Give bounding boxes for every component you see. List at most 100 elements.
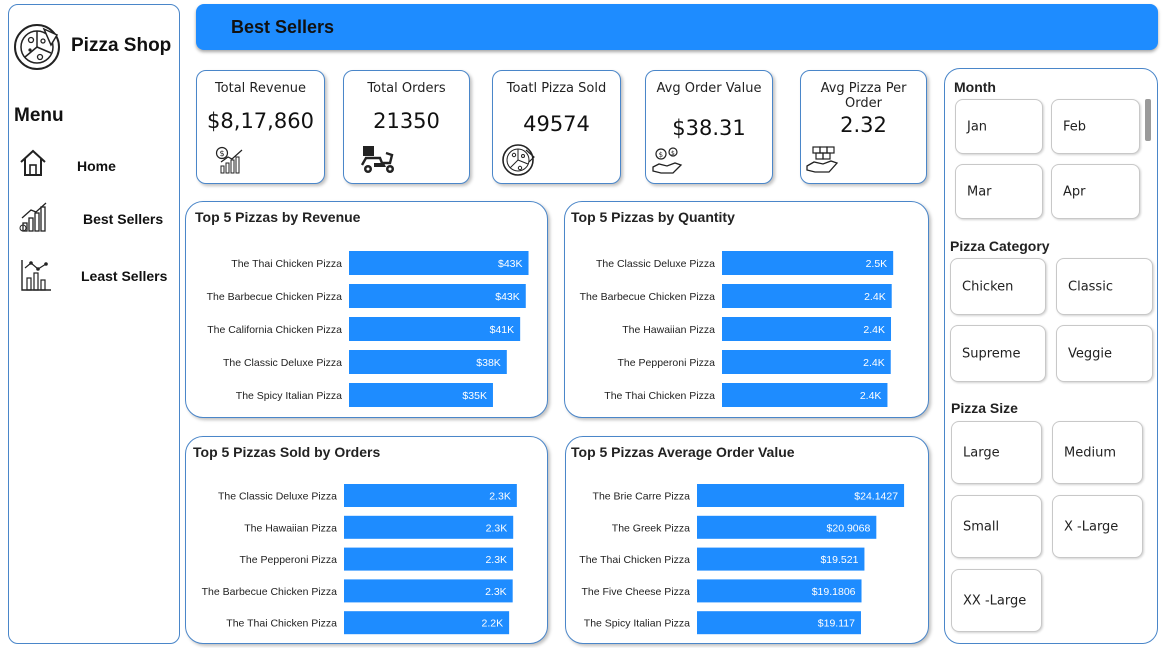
filter-category-supreme[interactable]: Supreme — [950, 325, 1046, 382]
filter-label: X -Large — [1064, 519, 1119, 534]
kpi-label: Toatl Pizza Sold — [506, 81, 607, 96]
category-label: The California Chicken Pizza — [207, 324, 342, 336]
category-label: The Barbecue Chicken Pizza — [580, 291, 716, 303]
data-label: $19.521 — [820, 554, 858, 566]
category-label: The Thai Chicken Pizza — [231, 258, 342, 270]
chart-avg-order-value: The Brie Carre Pizza $24.1427 The Greek Pi… — [579, 484, 905, 635]
chart-panel-quantity: Top 5 Pizzas by Quantity The Classic Del… — [564, 201, 929, 418]
filter-label: Apr — [1063, 184, 1086, 199]
category-label: The Brie Carre Pizza — [593, 491, 691, 503]
filter-month-jan[interactable]: Jan — [955, 99, 1043, 154]
nav-item-least-sellers[interactable]: Least Sellers — [19, 258, 174, 298]
filter-category-chicken[interactable]: Chicken — [950, 258, 1046, 315]
nav-item-least-sellers-label: Least Sellers — [81, 268, 168, 284]
filter-size-small[interactable]: Small — [951, 495, 1042, 558]
category-label: The Thai Chicken Pizza — [226, 618, 337, 630]
kpi-label: Avg Order Value — [656, 81, 762, 96]
brand-name: Pizza Shop — [71, 35, 172, 56]
kpi-card-total-orders: Total Orders 21350 — [343, 70, 470, 184]
filter-size-x-large[interactable]: X -Large — [1052, 495, 1143, 558]
chart-orders: The Classic Deluxe Pizza 2.3K The Hawaiian… — [202, 484, 517, 635]
bar-chart-icon — [19, 202, 47, 232]
data-label: $38K — [476, 357, 501, 369]
filter-title-category: Pizza Category — [950, 238, 1050, 254]
kpi-label: Total Revenue — [214, 81, 307, 96]
kpi-card-total-pizza-sold: Toatl Pizza Sold 49574 — [492, 70, 621, 184]
chart-panel-avg-order-value: Top 5 Pizzas Average Order Value The Bri… — [565, 436, 929, 644]
filter-label: Feb — [1063, 119, 1087, 134]
category-label: The Classic Deluxe Pizza — [223, 357, 342, 369]
category-label: The Classic Deluxe Pizza — [596, 258, 715, 270]
filter-label: Jan — [967, 119, 988, 134]
nav-item-best-sellers-label: Best Sellers — [83, 211, 164, 227]
category-label: The Spicy Italian Pizza — [236, 390, 342, 402]
data-label: 2.4K — [864, 291, 886, 303]
revenue-growth-icon: $ — [215, 146, 243, 174]
kpi-value: 49574 — [523, 112, 590, 136]
svg-text:$: $ — [659, 151, 663, 159]
svg-text:$: $ — [220, 149, 225, 158]
kpi-value: 21350 — [373, 109, 440, 133]
nav-item-home-label: Home — [77, 158, 116, 174]
chart-revenue: The Thai Chicken Pizza $43K The Barbecue C… — [207, 251, 529, 407]
filter-size-medium[interactable]: Medium — [1052, 421, 1143, 484]
filter-size-xx-large[interactable]: XX -Large — [951, 569, 1042, 632]
data-label: 2.3K — [486, 522, 508, 534]
filter-category-veggie[interactable]: Veggie — [1056, 325, 1153, 382]
data-label: $41K — [490, 324, 515, 336]
kpi-card-avg-pizza-per-order: Avg Pizza Per Order 2.32 — [800, 70, 927, 184]
category-label: The Pepperoni Pizza — [618, 357, 716, 369]
filter-label: Supreme — [962, 346, 1021, 361]
menu-title: Menu — [14, 105, 64, 126]
data-label: $24.1427 — [854, 491, 898, 503]
kpi-value: $8,17,860 — [207, 109, 314, 133]
filter-month-mar[interactable]: Mar — [955, 164, 1043, 219]
filter-label: Mar — [967, 184, 992, 199]
category-label: The Pepperoni Pizza — [240, 554, 338, 566]
nav-item-best-sellers[interactable]: Best Sellers — [19, 201, 174, 241]
category-label: The Greek Pizza — [612, 522, 690, 534]
category-label: The Barbecue Chicken Pizza — [207, 291, 343, 303]
chart-quantity: The Classic Deluxe Pizza 2.5K The Barbecue… — [580, 251, 894, 407]
filter-category-classic[interactable]: Classic — [1056, 258, 1153, 315]
sidebar: Pizza Shop Menu Home Best Sellers Least … — [8, 4, 180, 644]
filter-label: Veggie — [1068, 346, 1112, 361]
data-label: 2.4K — [860, 390, 882, 402]
filter-label: Small — [963, 519, 1000, 534]
chart-panel-revenue: Top 5 Pizzas by Revenue The Thai Chicken… — [185, 201, 548, 418]
chart-panel-orders: Top 5 Pizzas Sold by Orders The Classic … — [185, 436, 548, 644]
data-label: 2.2K — [482, 618, 504, 630]
filter-label: Medium — [1064, 445, 1116, 460]
line-chart-icon — [21, 260, 51, 291]
category-label: The Thai Chicken Pizza — [604, 390, 715, 402]
data-label: $20.9068 — [827, 522, 871, 534]
category-label: The Five Cheese Pizza — [581, 586, 690, 598]
data-label: $43K — [498, 258, 523, 270]
nav-item-home[interactable]: Home — [19, 148, 174, 188]
data-label: 2.3K — [485, 586, 507, 598]
data-label: $35K — [462, 390, 487, 402]
data-label: 2.5K — [866, 258, 888, 270]
category-label: The Thai Chicken Pizza — [579, 554, 690, 566]
page-title: Best Sellers — [231, 17, 335, 37]
delivery-scooter-icon — [360, 146, 394, 173]
home-icon — [20, 149, 46, 176]
filter-label: XX -Large — [963, 593, 1027, 608]
kpi-label: Avg Pizza Per Order — [820, 81, 907, 111]
filter-month-apr[interactable]: Apr — [1051, 164, 1140, 219]
category-label: The Hawaiian Pizza — [244, 522, 337, 534]
filter-label: Large — [963, 445, 1000, 460]
category-label: The Barbecue Chicken Pizza — [202, 586, 338, 598]
month-scrollbar[interactable] — [1145, 99, 1151, 141]
filter-month-feb[interactable]: Feb — [1051, 99, 1140, 154]
pizza-icon — [502, 144, 535, 176]
boxes-hand-icon — [806, 146, 839, 173]
filter-panel: Month Jan Feb Mar Apr Pizza Category Chi… — [944, 68, 1158, 644]
filter-size-large[interactable]: Large — [951, 421, 1042, 484]
svg-text:$: $ — [671, 150, 675, 157]
header-bar: Best Sellers — [196, 4, 1158, 50]
data-label: 2.3K — [485, 554, 507, 566]
data-label: 2.3K — [489, 491, 511, 503]
data-label: 2.4K — [863, 324, 885, 336]
kpi-card-total-revenue: Total Revenue $8,17,860 $ — [196, 70, 325, 184]
